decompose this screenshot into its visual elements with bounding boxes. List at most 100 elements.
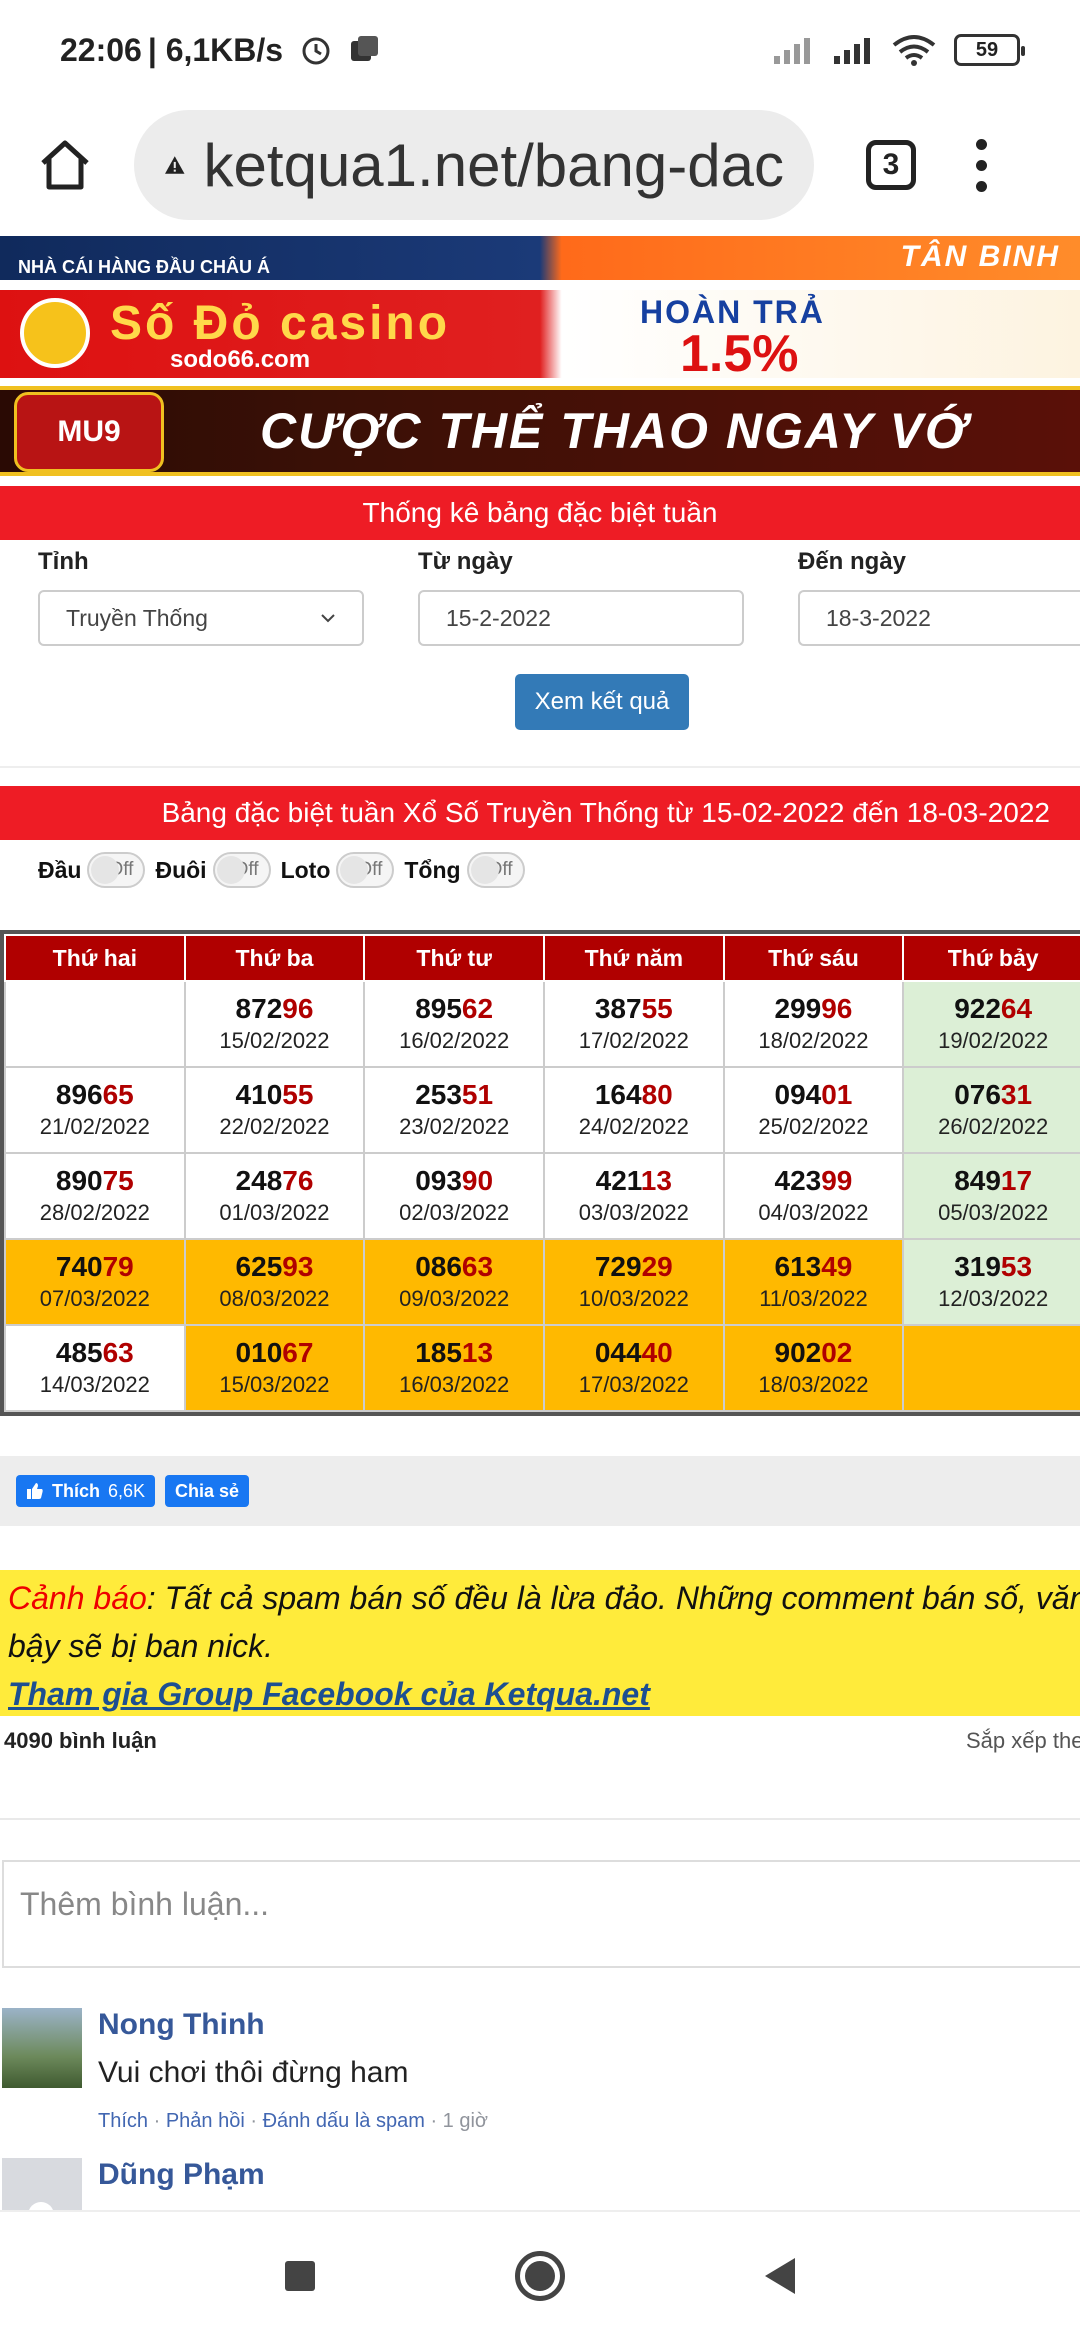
- number-tail: 93: [282, 1251, 314, 1282]
- system-nav-bar: [0, 2210, 1080, 2340]
- province-select[interactable]: Truyền Thống: [38, 590, 364, 646]
- ad-banner-1-text: NHÀ CÁI HÀNG ĐẦU CHÂU Á: [18, 257, 270, 277]
- result-number: 07631: [904, 1078, 1080, 1112]
- to-date-input[interactable]: 18-3-2022: [798, 590, 1080, 646]
- result-number: 08663: [365, 1250, 543, 1284]
- table-body: 87296 15/02/2022 89562 16/02/2022 38755 17/02…: [4, 980, 1080, 1412]
- facebook-like-button[interactable]: Thích 6,6K: [16, 1475, 156, 1507]
- result-cell: 90202 18/03/2022: [722, 1324, 905, 1412]
- to-date-field: Đến ngày 18-3-2022: [798, 548, 1080, 646]
- province-value: Truyền Thống: [66, 604, 208, 631]
- facebook-group-link[interactable]: Tham gia Group Facebook của Ketqua.net: [8, 1676, 650, 1712]
- result-cell: 87296 15/02/2022: [183, 980, 366, 1068]
- table-row: 48563 14/03/2022 01067 15/03/2022 18513 16/03…: [4, 1324, 1080, 1412]
- facebook-share-button[interactable]: Chia sẻ: [165, 1475, 250, 1507]
- ad-banner-1[interactable]: NHÀ CÁI HÀNG ĐẦU CHÂU Á TÂN BINH: [0, 236, 1080, 280]
- column-header: Thứ ba: [183, 934, 366, 982]
- result-cell: 01067 15/03/2022: [183, 1324, 366, 1412]
- toggle-switch[interactable]: Off: [336, 852, 395, 888]
- table-header-row: Thứ hai Thứ ba Thứ tư Thứ năm Thứ sáu Thứ bảy: [4, 934, 1080, 982]
- number-tail: 99: [821, 1165, 853, 1196]
- result-number: 31953: [904, 1250, 1080, 1284]
- from-date-input[interactable]: 15-2-2022: [418, 590, 744, 646]
- number-head: 729: [594, 1251, 642, 1282]
- toggle-switch[interactable]: Off: [466, 852, 525, 888]
- column-header: Thứ năm: [542, 934, 725, 982]
- result-cell: 62593 08/03/2022: [183, 1238, 366, 1326]
- number-head: 922: [954, 993, 1001, 1024]
- result-date: 19/02/2022: [938, 1028, 1049, 1053]
- result-number: 09390: [365, 1164, 543, 1198]
- result-date: 10/03/2022: [578, 1286, 689, 1311]
- tab-switcher-button[interactable]: 3: [866, 140, 916, 190]
- number-tail: 17: [1000, 1165, 1033, 1196]
- comment-author[interactable]: Dũng Phạm: [98, 2158, 265, 2192]
- display-toggles: Đầu Off Đuôi Off Loto Off Tổng Off: [38, 852, 535, 888]
- ad-banner-3[interactable]: MU9 CƯỢC THỂ THAO NGAY VỚ: [0, 386, 1080, 476]
- result-date: 17/03/2022: [578, 1372, 689, 1397]
- warning-label: Cảnh báo: [8, 1580, 147, 1616]
- comment-reply-link[interactable]: Phản hồi: [166, 2110, 245, 2132]
- number-tail: 67: [282, 1337, 314, 1368]
- url-text: ketqua1.net/bang-dac: [203, 131, 784, 199]
- toggle-switch[interactable]: Off: [87, 852, 146, 888]
- from-date-field: Từ ngày 15-2-2022: [418, 548, 744, 646]
- result-number: 72929: [545, 1250, 723, 1284]
- stats-form-header: Thống kê bảng đặc biệt tuần: [0, 486, 1080, 540]
- number-tail: 80: [641, 1079, 673, 1110]
- sort-dropdown[interactable]: Sắp xếp the: [966, 1728, 1080, 1754]
- result-number: 92264: [904, 992, 1080, 1026]
- thumbs-up-icon: [27, 1483, 43, 1499]
- result-number: 01067: [186, 1336, 364, 1370]
- comment-author[interactable]: Nong Thinh: [98, 2008, 265, 2042]
- result-cell: 04440 17/03/2022: [542, 1324, 725, 1412]
- alarm-icon: [302, 37, 330, 65]
- result-cell: [4, 980, 186, 1068]
- result-cell: 16480 24/02/2022: [542, 1066, 725, 1154]
- ad-banner-2[interactable]: Số Đỏ casino sodo66.com HOÀN TRẢ 1.5%: [0, 290, 1080, 378]
- home-button[interactable]: [30, 130, 100, 200]
- to-date-label: Đến ngày: [798, 548, 907, 575]
- result-cell: 72929 10/03/2022: [542, 1238, 725, 1326]
- recents-button[interactable]: [285, 2261, 315, 2291]
- status-time: 22:06: [60, 31, 142, 68]
- wifi-icon: [892, 35, 936, 66]
- result-number: 42399: [725, 1164, 903, 1198]
- number-tail: 65: [102, 1079, 134, 1110]
- number-head: 849: [954, 1165, 1001, 1196]
- result-date: 02/03/2022: [399, 1200, 510, 1225]
- result-cell: 48563 14/03/2022: [4, 1324, 186, 1412]
- home-nav-button[interactable]: [515, 2251, 565, 2301]
- number-tail: 13: [640, 1165, 672, 1196]
- number-tail: 01: [821, 1079, 853, 1110]
- address-bar[interactable]: ketqua1.net/bang-dac: [134, 110, 814, 220]
- toggle-switch[interactable]: Off: [212, 852, 271, 888]
- overflow-menu-button[interactable]: [976, 138, 987, 192]
- avatar[interactable]: [2, 2158, 82, 2210]
- result-cell: 41055 22/02/2022: [183, 1066, 366, 1154]
- comment-like-link[interactable]: Thích: [98, 2110, 148, 2132]
- toggle-label: Tổng: [404, 856, 461, 883]
- result-date: 25/02/2022: [758, 1114, 869, 1139]
- number-head: 902: [774, 1337, 822, 1368]
- comment-input[interactable]: Thêm bình luận...: [2, 1860, 1080, 1968]
- result-cell: 09401 25/02/2022: [722, 1066, 905, 1154]
- result-date: 08/03/2022: [219, 1286, 330, 1311]
- avatar[interactable]: [2, 2008, 82, 2088]
- view-results-button[interactable]: Xem kết quả: [515, 674, 689, 730]
- number-tail: 51: [461, 1079, 494, 1110]
- comment-spam-link[interactable]: Đánh dấu là spam: [263, 2110, 425, 2132]
- result-cell: 89665 21/02/2022: [4, 1066, 186, 1154]
- result-number: 38755: [545, 992, 723, 1026]
- result-date: 14/03/2022: [39, 1372, 150, 1397]
- result-cell: 08663 09/03/2022: [363, 1238, 545, 1326]
- social-bar: Thích 6,6K Chia sẻ: [0, 1456, 1080, 1526]
- result-cell: 09390 02/03/2022: [363, 1152, 545, 1240]
- province-label: Tỉnh: [38, 548, 89, 575]
- column-header: Thứ bảy: [902, 934, 1080, 982]
- ad-banner-2-site: sodo66.com: [170, 346, 311, 373]
- back-button[interactable]: [765, 2258, 795, 2294]
- table-row: 74079 07/03/2022 62593 08/03/2022 08663 09/03…: [4, 1238, 1080, 1326]
- number-head: 076: [954, 1079, 1001, 1110]
- result-cell: 84917 05/03/2022: [902, 1152, 1080, 1240]
